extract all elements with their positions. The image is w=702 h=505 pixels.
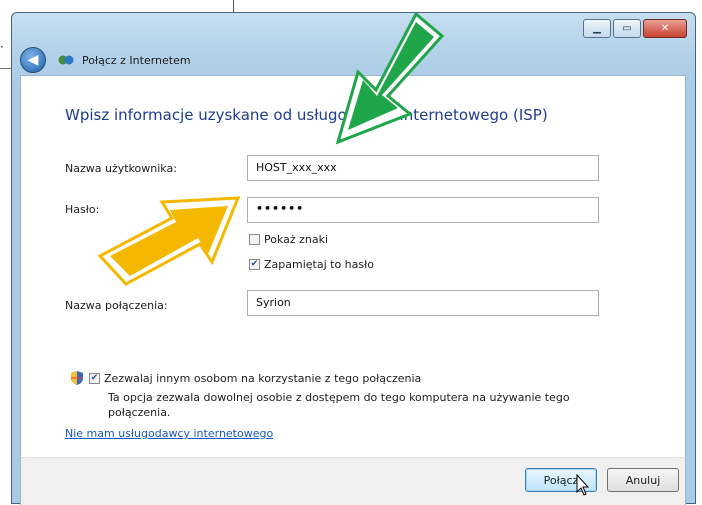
mouse-pointer-icon <box>576 474 590 496</box>
minimize-button[interactable]: ▁ <box>583 19 611 38</box>
maximize-icon: ▭ <box>622 22 632 34</box>
uac-shield-icon <box>71 371 83 385</box>
close-button[interactable]: ✕ <box>643 19 687 38</box>
username-label: Nazwa użytkownika: <box>65 162 177 175</box>
remember-label: Zapamiętaj to hasło <box>264 258 374 271</box>
connection-name-input[interactable]: Syrion <box>247 290 599 316</box>
allow-others-row[interactable]: ✔ Zezwalaj innym osobom na korzystanie z… <box>69 370 421 386</box>
remember-checkbox[interactable]: ✔ <box>249 259 260 270</box>
password-input[interactable]: •••••• <box>247 197 599 223</box>
back-button[interactable]: ◀ <box>20 47 46 73</box>
close-icon: ✕ <box>660 22 670 34</box>
username-input[interactable]: HOST_xxx_xxx <box>247 155 599 181</box>
password-label: Hasło: <box>65 203 100 216</box>
cancel-button[interactable]: Anuluj <box>607 468 679 492</box>
minimize-icon: ▁ <box>593 22 601 34</box>
page-heading: Wpisz informacje uzyskane od usługodawcy… <box>65 106 548 124</box>
back-arrow-icon: ◀ <box>27 52 39 68</box>
show-chars-row[interactable]: Pokaż znaki <box>249 233 328 246</box>
title-bar[interactable]: ▁ ▭ ✕ <box>12 13 695 49</box>
connect-dialog: ▁ ▭ ✕ ◀ Połącz z Internetem Wpisz inform… <box>11 12 696 505</box>
allow-others-checkbox[interactable]: ✔ <box>89 372 100 384</box>
nav-row: ◀ Połącz z Internetem <box>20 47 191 73</box>
no-isp-link[interactable]: Nie mam usługodawcy internetowego <box>65 427 273 440</box>
content-area: Wpisz informacje uzyskane od usługodawcy… <box>20 75 686 458</box>
allow-others-description: Ta opcja zezwala dowolnej osobie z dostę… <box>108 391 570 419</box>
window-controls: ▁ ▭ ✕ <box>583 19 687 38</box>
allow-others-label: Zezwalaj innym osobom na korzystanie z t… <box>104 371 422 385</box>
show-chars-label: Pokaż znaki <box>264 233 329 246</box>
network-globe-icon <box>58 55 74 65</box>
background-window-edge <box>233 0 234 12</box>
connection-name-label: Nazwa połączenia: <box>65 299 168 312</box>
remember-row[interactable]: ✔ Zapamiętaj to hasło <box>249 258 374 271</box>
show-chars-checkbox[interactable] <box>249 234 260 245</box>
window-title: Połącz z Internetem <box>82 53 191 67</box>
maximize-button[interactable]: ▭ <box>613 19 641 38</box>
